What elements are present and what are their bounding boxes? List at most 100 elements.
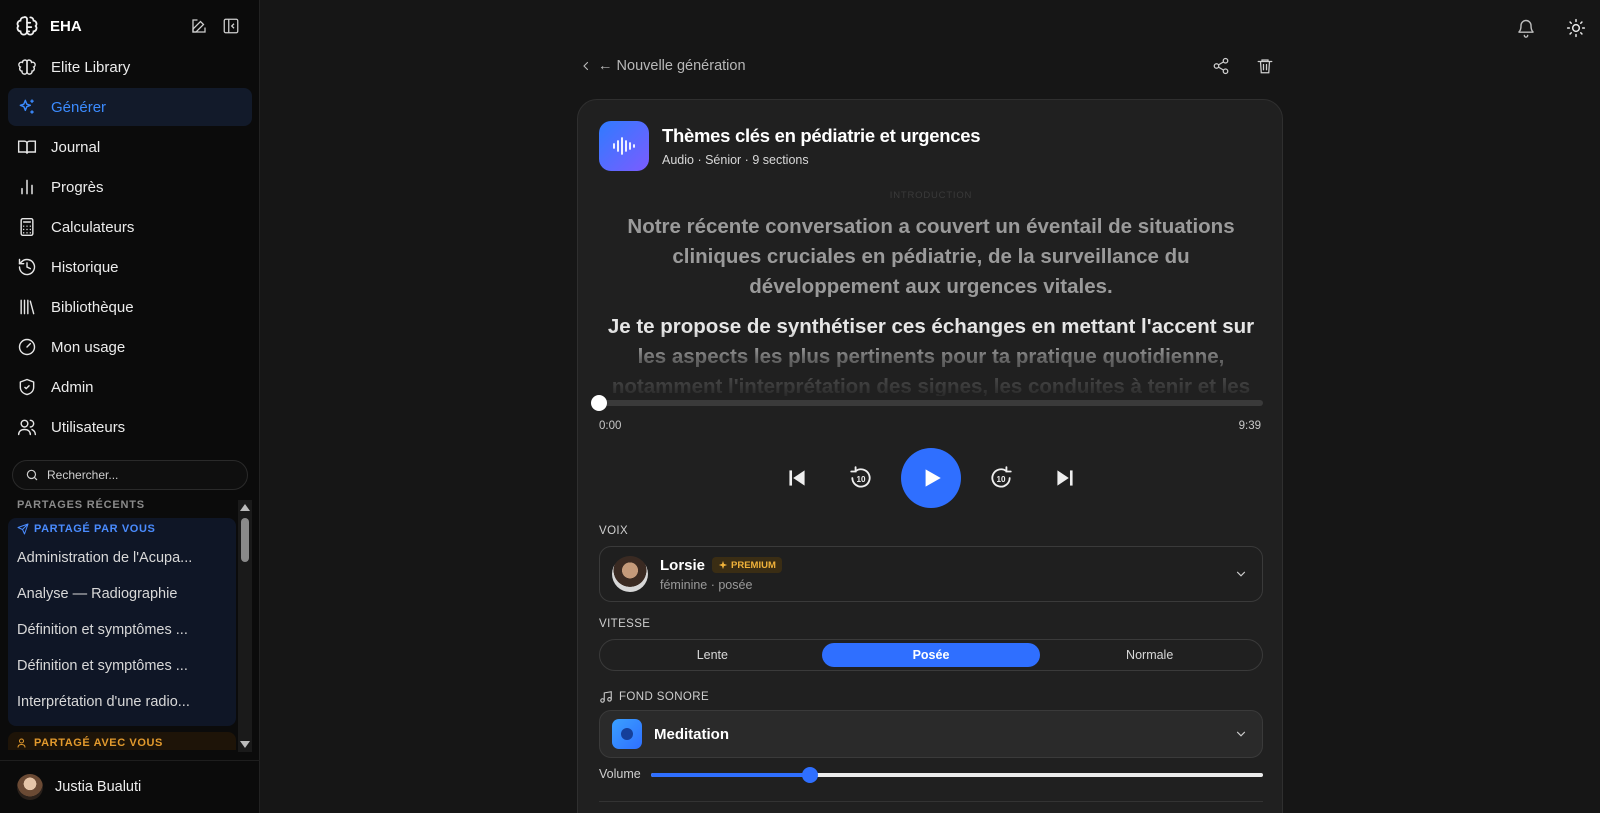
rewind-10-button[interactable]: 10 (846, 463, 876, 493)
recent-shares-list: PARTAGÉ PAR VOUS Administration de l'Acu… (8, 518, 236, 750)
voice-description: féminine · posée (660, 577, 753, 592)
share-icon[interactable] (1212, 57, 1230, 75)
volume-slider-knob[interactable] (802, 767, 819, 783)
sidebar-item-label: Calculateurs (51, 218, 135, 236)
sidebar-item-bibliotheque[interactable]: Bibliothèque (8, 288, 252, 326)
forward-10-button[interactable]: 10 (986, 463, 1016, 493)
top-right-actions (1516, 18, 1586, 38)
speed-option-posee[interactable]: Posée (821, 643, 1041, 667)
trash-icon[interactable] (1256, 57, 1274, 75)
sidebar-item-label: Générer (51, 98, 107, 116)
background-sound-name: Meditation (654, 725, 729, 743)
shared-with-you-title: PARTAGÉ AVEC VOUS (8, 732, 236, 750)
list-item[interactable]: Analyse — Radiographie (8, 576, 236, 612)
voice-avatar (612, 556, 648, 592)
skip-next-icon (1057, 470, 1073, 486)
list-item[interactable]: Administration de l'Acupa... (8, 540, 236, 576)
speed-label: VITESSE (599, 618, 651, 630)
collapse-sidebar-icon[interactable] (222, 17, 240, 35)
user-profile[interactable]: Justia Bualuti (0, 760, 260, 813)
divider (599, 801, 1263, 802)
scroll-thumb[interactable] (241, 518, 249, 562)
sparkles-icon (19, 99, 34, 114)
skip-previous-icon (789, 470, 805, 486)
svg-text:10: 10 (996, 475, 1006, 484)
card-header: Thèmes clés en pédiatrie et urgences Aud… (599, 121, 981, 171)
sidebar-item-label: Elite Library (51, 58, 131, 76)
voice-select[interactable]: Lorsie PREMIUM féminine · posée (599, 546, 1263, 602)
speed-option-lente[interactable]: Lente (603, 643, 822, 667)
list-item[interactable]: Interprétation d'une radio... (8, 684, 236, 720)
speed-option-normale[interactable]: Normale (1040, 643, 1259, 667)
library-icon (20, 299, 35, 315)
seek-bar[interactable] (591, 395, 1263, 411)
meditation-icon (612, 719, 642, 749)
skip-next-button[interactable] (1050, 463, 1080, 493)
voice-label: VOIX (599, 525, 629, 537)
sidebar-item-historique[interactable]: Historique (8, 248, 252, 286)
list-item[interactable]: Définition et symptômes ... (8, 648, 236, 684)
list-item[interactable]: Définition et symptômes ... (8, 612, 236, 648)
play-button[interactable] (901, 448, 961, 508)
card-title: Thèmes clés en pédiatrie et urgences (662, 125, 981, 146)
breadcrumb-actions (1212, 57, 1280, 75)
transcript: Notre récente conversation a couvert un … (598, 212, 1264, 396)
brain-logo-icon[interactable] (12, 12, 42, 40)
sidebar-item-calculateurs[interactable]: Calculateurs (8, 208, 252, 246)
seek-knob[interactable] (591, 395, 607, 411)
app-root: EHA Elite Library Générer Journal Progrè (0, 0, 1600, 813)
new-chat-icon[interactable] (190, 17, 208, 35)
sun-icon[interactable] (1566, 18, 1586, 38)
sidebar-item-label: Historique (51, 258, 119, 276)
shield-icon (19, 378, 35, 396)
sidebar-search[interactable] (12, 460, 248, 490)
sidebar-item-admin[interactable]: Admin (8, 368, 252, 406)
bell-icon[interactable] (1516, 18, 1536, 38)
shared-with-you-group: PARTAGÉ AVEC VOUS (8, 732, 236, 750)
sidebar-item-journal[interactable]: Journal (8, 128, 252, 166)
card-subtitle: Audio · Sénior · 9 sections (662, 153, 809, 167)
chevron-down-icon (1236, 571, 1246, 577)
speed-segmented-control: Lente Posée Normale (599, 639, 1263, 671)
scroll-up-arrow[interactable] (240, 504, 250, 511)
sidebar-item-generer[interactable]: Générer (8, 88, 252, 126)
search-icon (26, 469, 38, 481)
book-open-icon (17, 140, 37, 154)
chevron-left-icon[interactable] (580, 60, 592, 72)
audio-player-card: Thèmes clés en pédiatrie et urgences Aud… (577, 99, 1283, 813)
brand-name: EHA (50, 17, 82, 35)
music-note-icon (600, 691, 612, 703)
chevron-down-icon (1236, 731, 1246, 737)
transcript-paragraph: Notre récente conversation a couvert un … (627, 215, 1235, 298)
skip-previous-button[interactable] (782, 463, 812, 493)
shares-scrollbar[interactable] (238, 500, 252, 752)
sidebar-item-progres[interactable]: Progrès (8, 168, 252, 206)
voice-name: Lorsie (660, 556, 706, 574)
voice-info: Lorsie PREMIUM féminine · posée (660, 557, 782, 592)
breadcrumb: ← Nouvelle génération (580, 56, 1280, 76)
sidebar-item-utilisateurs[interactable]: Utilisateurs (8, 408, 252, 446)
sidebar-item-label: Progrès (51, 178, 104, 196)
scroll-down-arrow[interactable] (240, 741, 250, 748)
shared-by-you-group: PARTAGÉ PAR VOUS Administration de l'Acu… (8, 518, 236, 726)
sidebar-item-elite-library[interactable]: Elite Library (8, 48, 252, 86)
shared-by-you-title: PARTAGÉ PAR VOUS (8, 518, 236, 540)
sidebar-item-mon-usage[interactable]: Mon usage (8, 328, 252, 366)
background-sound-select[interactable]: Meditation (599, 710, 1263, 758)
sidebar-item-label: Bibliothèque (51, 298, 134, 316)
history-icon (18, 258, 36, 276)
gauge-icon (18, 338, 36, 356)
forward-10-icon: 10 (991, 466, 1012, 488)
volume-slider-fill (651, 773, 811, 777)
volume-slider[interactable] (651, 767, 1263, 783)
search-input[interactable] (47, 468, 227, 482)
sidebar-item-label: Admin (51, 378, 94, 396)
avatar (17, 774, 43, 800)
voice-name-row: Lorsie PREMIUM (660, 557, 782, 574)
premium-badge: PREMIUM (712, 557, 782, 573)
sidebar-header: EHA (12, 12, 248, 40)
back-link[interactable]: ← Nouvelle génération (598, 58, 746, 74)
send-icon (17, 523, 29, 535)
recent-shares-label: PARTAGES RÉCENTS (17, 499, 145, 511)
playback-controls: 10 10 (578, 448, 1284, 508)
